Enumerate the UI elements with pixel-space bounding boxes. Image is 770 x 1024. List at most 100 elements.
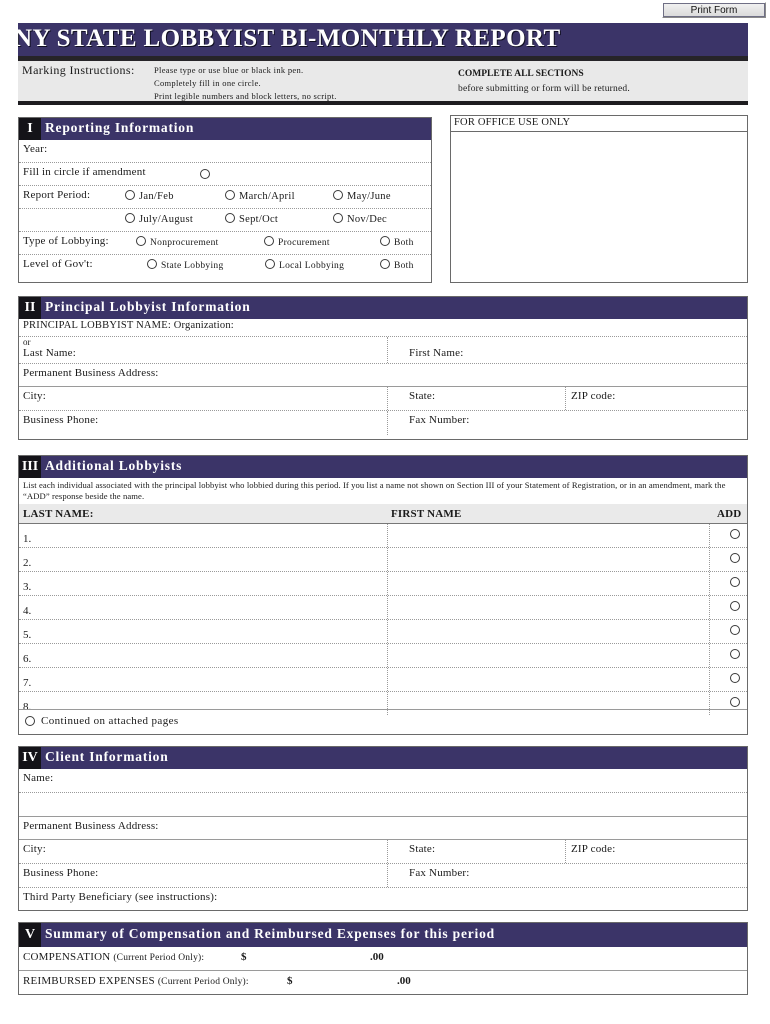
table-row: 2. [19,548,747,572]
organization-input[interactable] [269,320,743,335]
section4-header: IV Client Information [19,747,747,769]
client-address-row: Permanent Business Address: [19,817,747,840]
client-name-continuation-input[interactable] [23,796,743,812]
add-radio[interactable] [730,649,740,659]
radio-sept-oct[interactable] [225,213,235,223]
year-label: Year: [23,143,48,155]
third-party-beneficiary-row: Third Party Beneficiary (see instruction… [19,888,747,910]
report-period-option-sept-oct[interactable]: Sept/Oct [225,213,278,225]
type-option-procurement[interactable]: Procurement [264,236,330,248]
level-label-both: Both [394,261,414,271]
radio-july-august[interactable] [125,213,135,223]
client-state-label: State: [409,843,436,855]
level-of-govt-label: Level of Gov't: [23,258,93,270]
additional-lobbyists-column-headers: LAST NAME: FIRST NAME ADD [19,504,747,524]
fax-number-input[interactable] [489,414,743,430]
year-input[interactable] [79,143,427,159]
report-period-option-nov-dec[interactable]: Nov/Dec [333,213,387,225]
client-zip-input[interactable] [633,843,743,859]
continued-on-attached-pages-row: Continued on attached pages [19,709,747,734]
section-additional-lobbyists: III Additional Lobbyists List each indiv… [18,455,748,735]
marking-instruction-line: Completely fill in one circle. [154,78,261,88]
type-of-lobbying-row: Type of Lobbying: Nonprocurement Procure… [19,232,431,255]
city-input[interactable] [59,390,379,406]
compensation-input[interactable] [255,950,365,967]
level-label-local: Local Lobbying [279,261,345,271]
client-zip-label: ZIP code: [571,843,616,855]
client-phone-input[interactable] [129,867,379,883]
level-option-state[interactable]: State Lobbying [147,259,224,271]
reimbursed-note: (Current Period Only): [157,977,249,987]
radio-procurement[interactable] [264,236,274,246]
client-name-continuation-row [19,793,747,817]
add-radio[interactable] [730,529,740,539]
add-radio[interactable] [730,577,740,587]
add-radio[interactable] [730,553,740,563]
first-name-input[interactable] [487,347,743,362]
client-address-input[interactable] [179,820,743,836]
compensation-label-text: COMPENSATION [23,951,111,963]
row-number: 3. [23,581,32,593]
section2-number: II [19,297,41,319]
state-label: State: [409,390,436,402]
radio-jan-feb[interactable] [125,190,135,200]
client-phone-label: Business Phone: [23,867,99,879]
level-option-both[interactable]: Both [380,259,414,271]
radio-level-both[interactable] [380,259,390,269]
client-name-input[interactable] [71,772,743,788]
client-state-input[interactable] [451,843,561,859]
permanent-address-input[interactable] [179,367,743,383]
report-period-label-march-april: March/April [239,191,295,202]
report-period-option-jan-feb[interactable]: Jan/Feb [125,190,174,202]
add-radio[interactable] [730,697,740,707]
level-label-state: State Lobbying [161,261,224,271]
zip-label: ZIP code: [571,390,616,402]
radio-march-april[interactable] [225,190,235,200]
compensation-row: COMPENSATION (Current Period Only): $ .0… [19,947,747,971]
report-period-option-march-april[interactable]: March/April [225,190,295,202]
section2-title: Principal Lobbyist Information [45,299,251,314]
add-radio[interactable] [730,601,740,611]
table-row: 6. [19,644,747,668]
business-phone-input[interactable] [129,414,379,430]
section1-header: I Reporting Information [19,118,431,140]
client-city-label: City: [23,843,47,855]
for-office-use-only-box: FOR OFFICE USE ONLY [450,115,748,283]
client-fax-input[interactable] [489,867,743,883]
add-radio[interactable] [730,625,740,635]
compensation-label: COMPENSATION (Current Period Only): [23,951,204,963]
report-period-option-may-june[interactable]: May/June [333,190,391,202]
state-input[interactable] [451,390,561,406]
radio-type-both[interactable] [380,236,390,246]
report-period-option-july-august[interactable]: July/August [125,213,193,225]
section2-header: II Principal Lobbyist Information [19,297,747,319]
print-form-button[interactable]: Print Form [662,2,766,18]
radio-nonprocurement[interactable] [136,236,146,246]
client-phone-fax-row: Business Phone: Fax Number: [19,864,747,888]
amendment-radio[interactable] [200,169,210,179]
type-option-nonprocurement[interactable]: Nonprocurement [136,236,219,248]
row-number: 7. [23,677,32,689]
complete-all-sections-heading: COMPLETE ALL SECTIONS [458,69,584,79]
radio-may-june[interactable] [333,190,343,200]
zip-input[interactable] [633,390,743,406]
third-party-beneficiary-input[interactable] [259,891,743,907]
last-name-input[interactable] [99,347,389,362]
radio-nov-dec[interactable] [333,213,343,223]
row-number: 1. [23,533,32,545]
compensation-currency-symbol: $ [241,951,247,963]
continued-radio[interactable] [25,716,35,726]
reimbursed-input[interactable] [301,974,411,991]
client-name-label: Name: [23,772,54,784]
reimbursed-expenses-row: REIMBURSED EXPENSES (Current Period Only… [19,971,747,995]
type-option-both[interactable]: Both [380,236,414,248]
radio-local-lobbying[interactable] [265,259,275,269]
marking-instructions-list: Please type or use blue or black ink pen… [154,64,337,103]
client-city-input[interactable] [59,843,379,859]
radio-state-lobbying[interactable] [147,259,157,269]
add-radio[interactable] [730,673,740,683]
fax-number-label: Fax Number: [409,414,470,426]
level-option-local[interactable]: Local Lobbying [265,259,344,271]
table-row: 7. [19,668,747,692]
section5-number: V [19,923,41,947]
